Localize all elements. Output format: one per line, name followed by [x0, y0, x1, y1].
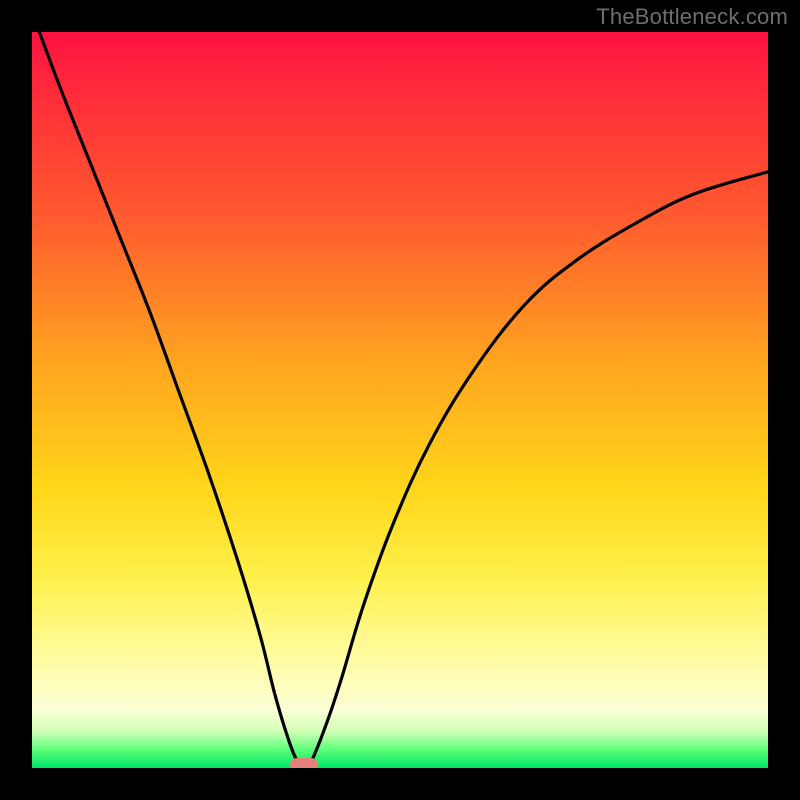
optimal-marker	[290, 758, 318, 768]
bottleneck-curve	[32, 32, 768, 768]
plot-area	[32, 32, 768, 768]
chart-frame: TheBottleneck.com	[0, 0, 800, 800]
watermark-text: TheBottleneck.com	[596, 4, 788, 30]
